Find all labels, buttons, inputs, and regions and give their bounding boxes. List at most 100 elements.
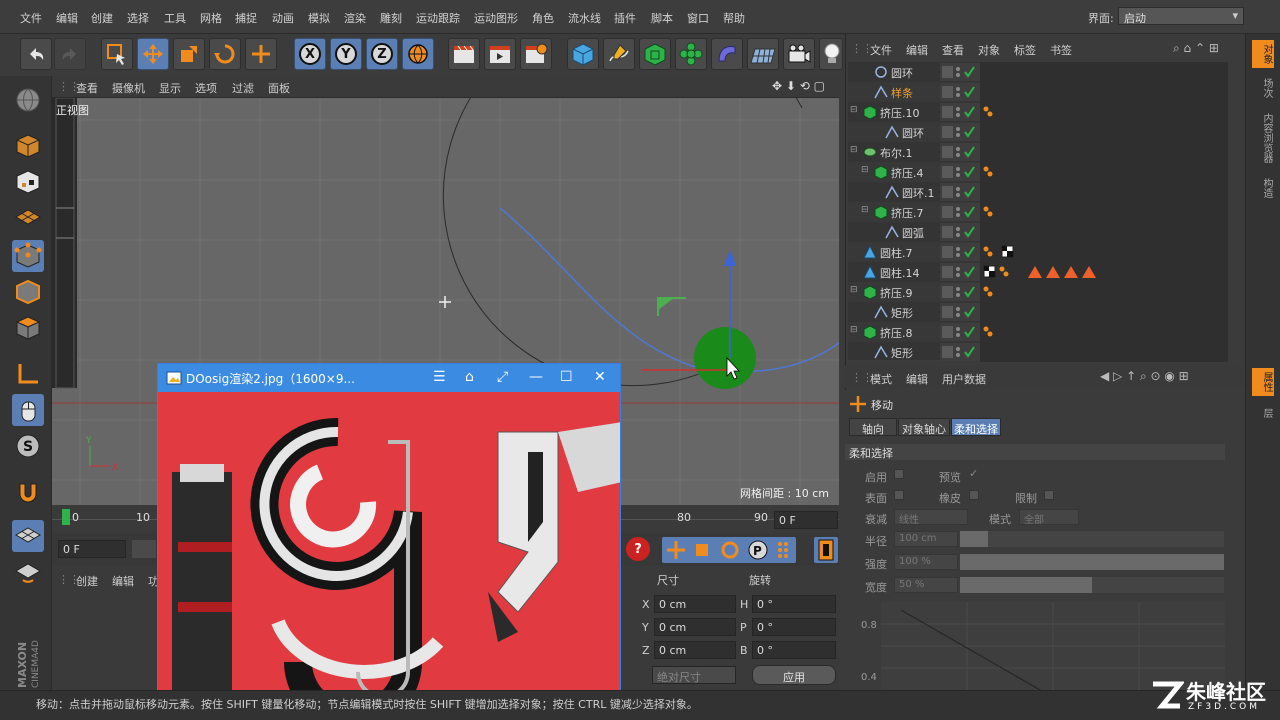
size-mode-select[interactable]: 绝对尺寸 (652, 666, 736, 684)
interface-select[interactable]: 启动 (1118, 7, 1244, 25)
side-tab-objects[interactable]: 对象 (1252, 40, 1274, 68)
menu-create[interactable]: 创建 (91, 10, 113, 26)
object-row[interactable]: 圆弧 (848, 222, 1228, 242)
object-row[interactable]: ⊟ 布尔.1 (848, 142, 1228, 162)
object-row[interactable]: 圆环 (848, 62, 1228, 82)
render-view-button[interactable] (448, 38, 480, 70)
object-visibility[interactable] (940, 63, 980, 81)
size-x-field[interactable]: 0 cm (654, 595, 736, 613)
menu-help[interactable]: 帮助 (723, 10, 745, 26)
object-row[interactable]: ⊟ 挤压.8 (848, 322, 1228, 342)
am-menu-userdata[interactable]: 用户数据 (942, 371, 986, 387)
start-frame-field[interactable]: 0 F (58, 540, 126, 558)
image-viewer-titlebar[interactable]: DOosig渲染2.jpg（1600×9... ☰ ⌂ ⤢ — ☐ ✕ (158, 364, 620, 392)
side-tab-layers[interactable]: 层 (1252, 404, 1274, 422)
expand-toggle-icon[interactable]: ⊟ (861, 165, 869, 175)
object-visibility[interactable] (940, 123, 980, 141)
deformer-button[interactable] (711, 38, 743, 70)
help-question-icon[interactable]: ? (626, 537, 650, 561)
object-visibility[interactable] (940, 263, 980, 281)
floor-button[interactable] (747, 38, 779, 70)
om-menu-file[interactable]: 文件 (870, 42, 892, 58)
object-row[interactable]: ⊟ 挤压.10 (848, 102, 1228, 122)
object-tags[interactable] (980, 242, 1228, 262)
object-visibility[interactable] (940, 283, 980, 301)
cube-button[interactable] (567, 38, 599, 70)
viewport-menu-options[interactable]: 选项 (195, 80, 217, 96)
minimize-icon[interactable]: — (529, 369, 543, 385)
object-row[interactable]: 圆环 (848, 122, 1228, 142)
object-row[interactable]: 矩形 (848, 302, 1228, 322)
side-tab-takes[interactable]: 场次 (1252, 74, 1274, 102)
film-strip-button[interactable] (814, 537, 838, 563)
object-row[interactable]: 矩形 (848, 342, 1228, 362)
om-menu-bookmarks[interactable]: 书签 (1050, 42, 1072, 58)
radius-field[interactable]: 100 cm (894, 531, 958, 547)
move-tool-button[interactable] (137, 38, 169, 70)
planar-workplane-button[interactable] (12, 556, 44, 588)
render-settings-button[interactable] (520, 38, 552, 70)
am-nav-icons[interactable]: ◀ ▷ ↑ ⌕ ⊙ ◉ ⊞ (1100, 369, 1189, 384)
menu-snap[interactable]: 捕捉 (235, 10, 257, 26)
enable-checkbox[interactable] (894, 469, 904, 479)
object-tags[interactable] (980, 122, 1228, 142)
object-row[interactable]: ⊟ 挤压.4 (848, 162, 1228, 182)
undo-button[interactable] (20, 38, 52, 70)
object-visibility[interactable] (940, 183, 980, 201)
menu-tools[interactable]: 工具 (164, 10, 186, 26)
rotate-tool-button[interactable] (209, 38, 241, 70)
y-axis-button[interactable]: Y (330, 38, 362, 70)
om-menu-view[interactable]: 查看 (942, 42, 964, 58)
menu-animate[interactable]: 动画 (272, 10, 294, 26)
object-tags[interactable] (980, 142, 1228, 162)
om-menu-objects[interactable]: 对象 (978, 42, 1000, 58)
om-menu-edit[interactable]: 编辑 (906, 42, 928, 58)
object-visibility[interactable] (940, 203, 980, 221)
viewport-nav-icon[interactable]: ✥ ⬇ ⟲ ▢ (772, 79, 825, 93)
tab-soft-selection[interactable]: 柔和选择 (951, 418, 1001, 436)
strength-slider[interactable] (960, 554, 1224, 570)
object-visibility[interactable] (940, 163, 980, 181)
viewport-menu-view[interactable]: 查看 (76, 80, 98, 96)
object-tags[interactable] (980, 62, 1228, 82)
coord-menu-create[interactable]: 创建 (76, 573, 98, 589)
playhead[interactable] (62, 509, 70, 525)
rot-b-field[interactable]: 0 ° (752, 641, 836, 659)
expand-toggle-icon[interactable]: ⊟ (861, 205, 869, 215)
cloner-button[interactable] (675, 38, 707, 70)
maximize-icon[interactable]: ☐ (560, 369, 573, 385)
frame-step-button[interactable] (132, 540, 156, 558)
coord-menu-edit[interactable]: 编辑 (112, 573, 134, 589)
redo-button[interactable] (54, 38, 86, 70)
object-tags[interactable] (980, 342, 1228, 362)
menu-motion-tracking[interactable]: 运动跟踪 (416, 10, 460, 26)
points-mode-button[interactable] (12, 240, 44, 272)
menu-hamburger-icon[interactable]: ☰ (433, 369, 446, 385)
expand-toggle-icon[interactable]: ⊟ (850, 145, 858, 155)
strength-field[interactable]: 100 % (894, 554, 958, 570)
rot-p-field[interactable]: 0 ° (752, 618, 836, 636)
coordinate-system-button[interactable] (402, 38, 434, 70)
falloff-select[interactable]: 线性 (894, 509, 968, 526)
camera-button[interactable] (783, 38, 815, 70)
subdivision-button[interactable] (639, 38, 671, 70)
menu-edit[interactable]: 编辑 (56, 10, 78, 26)
object-tags[interactable] (980, 102, 1228, 122)
menu-character[interactable]: 角色 (532, 10, 554, 26)
viewport-menu-filter[interactable]: 过滤 (232, 80, 254, 96)
menu-sculpt[interactable]: 雕刻 (380, 10, 402, 26)
z-axis-button[interactable]: Z (366, 38, 398, 70)
preview-check-icon[interactable]: ✓ (969, 467, 978, 480)
om-search-icon[interactable]: ⌕ ⌂ ⌃ ⊞ (1173, 41, 1219, 56)
snap-button[interactable] (12, 476, 44, 508)
expand-toggle-icon[interactable]: ⊟ (850, 285, 858, 295)
menu-script[interactable]: 脚本 (651, 10, 673, 26)
om-menu-tags[interactable]: 标签 (1014, 42, 1036, 58)
edges-mode-button[interactable] (12, 276, 44, 308)
object-row[interactable]: ⊟ 挤压.7 (848, 202, 1228, 222)
apply-button[interactable]: 应用 (752, 665, 836, 685)
object-row[interactable]: 圆柱.7 (848, 242, 1228, 262)
make-editable-button[interactable] (12, 84, 44, 116)
menu-plugins[interactable]: 插件 (614, 10, 636, 26)
rubber-checkbox[interactable] (969, 490, 979, 500)
